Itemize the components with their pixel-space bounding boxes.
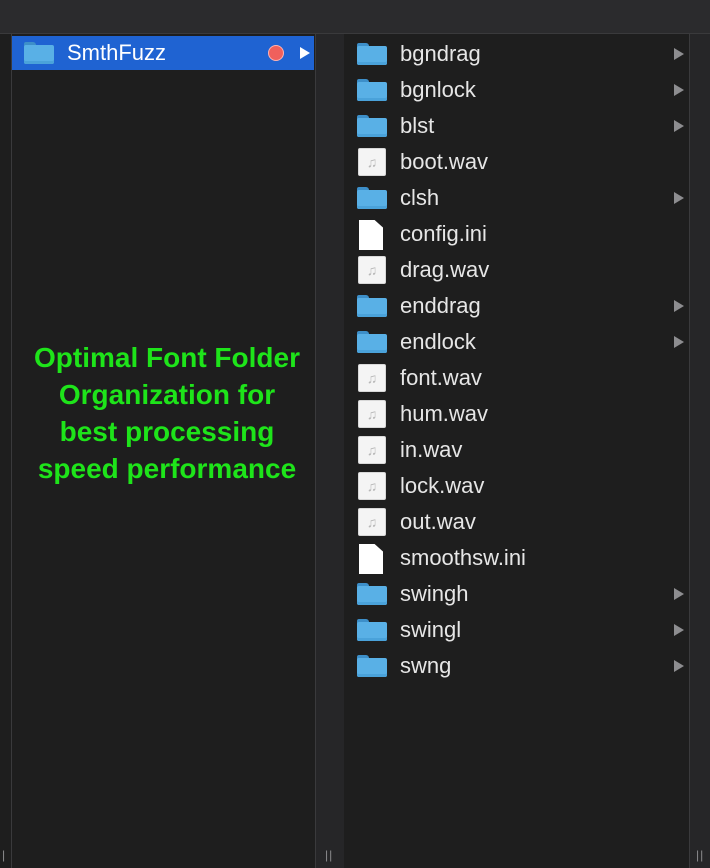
disclosure-arrow-icon bbox=[300, 47, 310, 59]
column-resize-handle[interactable]: || bbox=[325, 848, 333, 862]
file-name: config.ini bbox=[400, 221, 487, 246]
file-name: lock.wav bbox=[400, 473, 485, 498]
list-item[interactable]: config.ini bbox=[344, 216, 689, 252]
audio-file-icon: ♫ bbox=[358, 256, 386, 284]
selected-folder-label: SmthFuzz bbox=[67, 40, 167, 65]
list-item[interactable]: clsh bbox=[344, 180, 689, 216]
list-item[interactable]: swng bbox=[344, 648, 689, 684]
file-name: endlock bbox=[400, 329, 476, 354]
list-item[interactable]: bgndrag bbox=[344, 36, 689, 72]
folder-icon bbox=[357, 295, 387, 317]
folder-icon bbox=[357, 331, 387, 353]
list-item[interactable]: ♫ font.wav bbox=[344, 360, 689, 396]
file-name: font.wav bbox=[400, 365, 482, 390]
disclosure-arrow-icon bbox=[674, 300, 684, 312]
file-name: boot.wav bbox=[400, 149, 489, 174]
folder-icon bbox=[357, 619, 387, 641]
disclosure-arrow-icon bbox=[674, 192, 684, 204]
list-item[interactable]: swingl bbox=[344, 612, 689, 648]
list-item[interactable]: ♫ in.wav bbox=[344, 432, 689, 468]
column-1[interactable]: SmthFuzz Optimal Font Folder Organizatio… bbox=[12, 34, 315, 868]
folder-icon bbox=[357, 43, 387, 65]
folder-icon bbox=[357, 79, 387, 101]
file-name: hum.wav bbox=[400, 401, 489, 426]
file-name: clsh bbox=[400, 185, 440, 210]
list-item[interactable]: enddrag bbox=[344, 288, 689, 324]
audio-file-icon: ♫ bbox=[358, 436, 386, 464]
file-list: bgndrag bgnlock blst ♫ boot.wav clsh config.in… bbox=[344, 36, 689, 684]
disclosure-arrow-icon bbox=[674, 48, 684, 60]
column-3[interactable]: || bbox=[689, 34, 710, 868]
file-name: out.wav bbox=[400, 509, 476, 534]
audio-file-icon: ♫ bbox=[358, 472, 386, 500]
document-icon bbox=[359, 220, 383, 250]
window-toolbar bbox=[0, 0, 710, 34]
list-item[interactable]: swingh bbox=[344, 576, 689, 612]
folder-icon bbox=[357, 655, 387, 677]
folder-icon bbox=[357, 583, 387, 605]
disclosure-arrow-icon bbox=[674, 120, 684, 132]
disclosure-arrow-icon bbox=[674, 336, 684, 348]
file-name: in.wav bbox=[400, 437, 463, 462]
audio-file-icon: ♫ bbox=[358, 364, 386, 392]
file-name: smoothsw.ini bbox=[400, 545, 526, 570]
list-item[interactable]: ♫ hum.wav bbox=[344, 396, 689, 432]
list-item[interactable]: blst bbox=[344, 108, 689, 144]
disclosure-arrow-icon bbox=[674, 84, 684, 96]
list-item[interactable]: endlock bbox=[344, 324, 689, 360]
selected-folder-row[interactable]: SmthFuzz bbox=[12, 36, 314, 70]
list-item[interactable]: ♫ drag.wav bbox=[344, 252, 689, 288]
file-name: blst bbox=[400, 113, 435, 138]
list-item[interactable]: bgnlock bbox=[344, 72, 689, 108]
list-item[interactable]: smoothsw.ini bbox=[344, 540, 689, 576]
disclosure-arrow-icon bbox=[674, 588, 684, 600]
list-item[interactable]: ♫ out.wav bbox=[344, 504, 689, 540]
file-name: bgnlock bbox=[400, 77, 476, 102]
audio-file-icon: ♫ bbox=[358, 148, 386, 176]
folder-icon bbox=[357, 187, 387, 209]
column-resize-handle-right[interactable]: || bbox=[696, 848, 704, 862]
left-edge-column: | bbox=[0, 34, 12, 868]
file-name: swingl bbox=[400, 617, 462, 642]
audio-file-icon: ♫ bbox=[358, 400, 386, 428]
file-name: drag.wav bbox=[400, 257, 490, 282]
overlay-caption: Optimal Font Folder Organization for bes… bbox=[34, 342, 300, 484]
column-divider[interactable]: || bbox=[315, 34, 345, 868]
folder-icon bbox=[357, 115, 387, 137]
folder-icon bbox=[24, 42, 54, 64]
list-item[interactable]: ♫ boot.wav bbox=[344, 144, 689, 180]
file-name: swingh bbox=[400, 581, 469, 606]
disclosure-arrow-icon bbox=[674, 660, 684, 672]
file-name: bgndrag bbox=[400, 41, 481, 66]
column-2[interactable]: bgndrag bgnlock blst ♫ boot.wav clsh config.in… bbox=[344, 34, 689, 868]
audio-file-icon: ♫ bbox=[358, 508, 386, 536]
file-name: enddrag bbox=[400, 293, 481, 318]
document-icon bbox=[359, 544, 383, 574]
disclosure-arrow-icon bbox=[674, 624, 684, 636]
column-resize-handle-left[interactable]: | bbox=[2, 848, 6, 862]
red-tag-icon bbox=[268, 45, 284, 61]
list-item[interactable]: ♫ lock.wav bbox=[344, 468, 689, 504]
file-name: swng bbox=[400, 653, 452, 678]
